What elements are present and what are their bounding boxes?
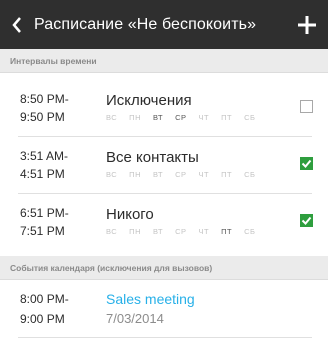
weekday-label: ВТ xyxy=(152,170,164,179)
weekday-label: ВТ xyxy=(152,227,164,236)
plus-icon xyxy=(298,15,316,34)
weekday-list: ВС ПН ВТ СР ЧТ ПТ СБ xyxy=(106,227,255,236)
event-date: 7/03/2014 xyxy=(106,311,164,326)
weekday-label: ВС xyxy=(106,170,118,179)
weekday-label: СР xyxy=(175,227,187,236)
app-bar: Расписание «Не беспокоить» xyxy=(0,0,328,49)
page-title: Расписание «Не беспокоить» xyxy=(34,15,257,33)
weekday-label: СР xyxy=(175,113,187,122)
weekday-label: ПТ xyxy=(221,170,233,179)
interval-checkbox[interactable] xyxy=(300,157,313,170)
time-start: 8:50 PM- xyxy=(20,92,69,106)
interval-row[interactable]: 8:50 PM- 9:50 PM Исключения ВС ПН ВТ СР ЧТ ПТ СБ xyxy=(0,80,328,136)
weekday-list: ВС ПН ВТ СР ЧТ ПТ СБ xyxy=(106,113,255,122)
event-title: Sales meeting xyxy=(106,291,195,307)
check-icon xyxy=(301,216,312,225)
weekday-label: ВТ xyxy=(152,113,164,122)
weekday-label: СР xyxy=(175,170,187,179)
back-button[interactable] xyxy=(0,0,34,49)
section-header-calendar: События календаря (исключения для вызово… xyxy=(0,256,328,280)
weekday-label: ЧТ xyxy=(198,227,210,236)
weekday-list: ВС ПН ВТ СР ЧТ ПТ СБ xyxy=(106,170,255,179)
time-end: 9:00 PM xyxy=(20,312,65,326)
add-schedule-button[interactable] xyxy=(292,0,322,49)
row-divider xyxy=(18,337,312,338)
weekday-label: ВС xyxy=(106,227,118,236)
weekday-label: ПТ xyxy=(221,113,233,122)
weekday-label: ВС xyxy=(106,113,118,122)
interval-name: Исключения xyxy=(106,92,192,109)
time-end: 4:51 PM xyxy=(20,167,65,181)
time-start: 6:51 PM- xyxy=(20,206,69,220)
weekday-label: СБ xyxy=(244,170,256,179)
event-row[interactable]: 8:00 PM- 9:00 PM Sales meeting 7/03/2014 xyxy=(0,282,328,338)
time-end: 9:50 PM xyxy=(20,110,65,124)
time-start: 3:51 AM- xyxy=(20,149,69,163)
weekday-label: ЧТ xyxy=(198,170,210,179)
check-icon xyxy=(301,159,312,168)
time-end: 7:51 PM xyxy=(20,224,65,238)
section-header-intervals: Интервалы времени xyxy=(0,49,328,73)
weekday-label: ПН xyxy=(129,227,141,236)
interval-checkbox[interactable] xyxy=(300,214,313,227)
weekday-label: ЧТ xyxy=(198,113,210,122)
interval-row[interactable]: 6:51 PM- 7:51 PM Никого ВС ПН ВТ СР ЧТ ПТ СБ xyxy=(0,194,328,250)
weekday-label: ПТ xyxy=(221,227,233,236)
weekday-label: СБ xyxy=(244,227,256,236)
interval-checkbox[interactable] xyxy=(300,100,313,113)
weekday-label: ПН xyxy=(129,170,141,179)
time-start: 8:00 PM- xyxy=(20,292,69,306)
interval-name: Все контакты xyxy=(106,149,199,166)
chevron-left-icon xyxy=(12,16,21,33)
interval-row[interactable]: 3:51 AM- 4:51 PM Все контакты ВС ПН ВТ СР ЧТ ПТ С… xyxy=(0,137,328,193)
weekday-label: СБ xyxy=(244,113,256,122)
weekday-label: ПН xyxy=(129,113,141,122)
interval-name: Никого xyxy=(106,206,154,223)
